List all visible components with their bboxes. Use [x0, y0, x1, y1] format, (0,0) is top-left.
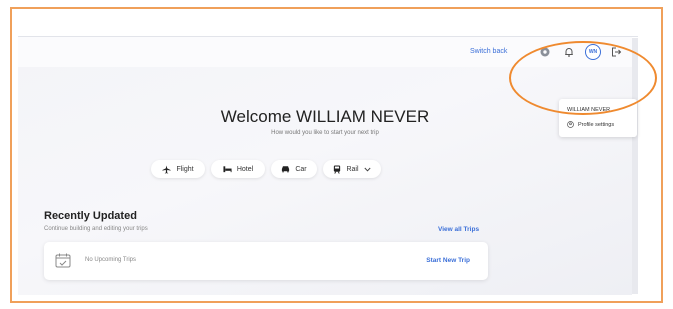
car-option-button[interactable]: Car: [271, 160, 317, 178]
hotel-option-button[interactable]: Hotel: [211, 160, 265, 178]
car-icon: [281, 165, 290, 173]
hotel-label: Hotel: [236, 165, 254, 173]
upcoming-trips-card: No Upcoming Trips Start New Trip: [44, 242, 488, 280]
recently-updated-title: Recently Updated: [44, 210, 137, 222]
highlight-annotation: [509, 41, 657, 115]
flight-option-button[interactable]: Flight: [151, 160, 205, 178]
recently-updated-subtitle: Continue building and editing your trips: [44, 226, 148, 232]
no-upcoming-trips-text: No Upcoming Trips: [85, 257, 137, 263]
plane-icon: [162, 164, 171, 174]
switch-back-link[interactable]: Switch back: [470, 48, 507, 55]
profile-settings-menu-item[interactable]: Profile settings: [567, 121, 614, 128]
start-new-trip-link[interactable]: Start New Trip: [426, 257, 470, 264]
train-icon: [333, 164, 341, 174]
flight-label: Flight: [176, 165, 194, 173]
user-circle-icon: [567, 121, 574, 128]
view-all-trips-link[interactable]: View all Trips: [438, 226, 479, 233]
welcome-subtitle: How would you like to start your next tr…: [271, 130, 379, 136]
rail-option-button[interactable]: Rail: [323, 160, 381, 178]
car-label: Car: [295, 165, 307, 173]
profile-settings-label: Profile settings: [578, 121, 615, 128]
welcome-heading: Welcome WILLIAM NEVER: [220, 107, 430, 126]
rail-label: Rail: [346, 165, 359, 173]
bed-icon: [223, 165, 232, 173]
empty-trips-icon: [54, 252, 72, 270]
chevron-down-icon: [363, 167, 371, 172]
